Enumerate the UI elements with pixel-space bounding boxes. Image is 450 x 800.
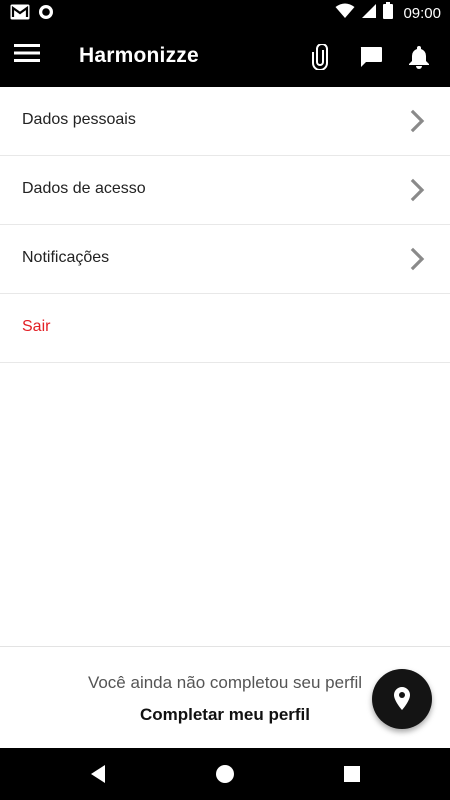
logout-label: Sair [22,318,51,335]
location-fab[interactable] [372,669,432,729]
battery-icon [383,2,394,24]
chevron-right-icon [410,247,425,271]
status-right: 09:00 [335,2,441,24]
logout-item[interactable]: Sair [0,294,450,363]
attachment-button[interactable] [306,43,334,71]
home-button[interactable] [213,762,237,786]
menu-icon [14,44,40,62]
chat-button[interactable] [357,43,385,71]
profile-menu-list: Dados pessoais Dados de acesso Notificaç… [0,87,450,363]
menu-button[interactable] [14,43,48,71]
notifications-button[interactable] [405,43,433,71]
record-icon [38,4,54,25]
gmail-icon [10,4,30,25]
paperclip-icon [312,44,328,70]
app-title: Harmonizze [79,44,199,67]
recents-icon [344,766,360,782]
home-icon [216,765,234,783]
location-pin-icon [394,687,410,710]
chevron-right-icon [410,109,425,133]
menu-item-label: Dados pessoais [22,111,136,128]
status-time: 09:00 [403,4,441,22]
menu-item-label: Notificações [22,249,110,266]
app-bar: Harmonizze [0,26,450,87]
chat-icon [360,47,382,67]
system-nav-bar [0,748,450,800]
status-bar: 09:00 [0,0,450,26]
back-button[interactable] [86,762,110,786]
recents-button[interactable] [340,762,364,786]
menu-item-notificacoes[interactable]: Notificações [0,225,450,294]
menu-item-dados-de-acesso[interactable]: Dados de acesso [0,156,450,225]
chevron-right-icon [410,178,425,202]
back-icon [91,765,105,783]
menu-item-dados-pessoais[interactable]: Dados pessoais [0,87,450,156]
status-left [10,4,54,25]
wifi-icon [335,3,355,24]
menu-item-label: Dados de acesso [22,180,146,197]
bell-icon [409,46,429,69]
signal-icon [361,3,377,24]
